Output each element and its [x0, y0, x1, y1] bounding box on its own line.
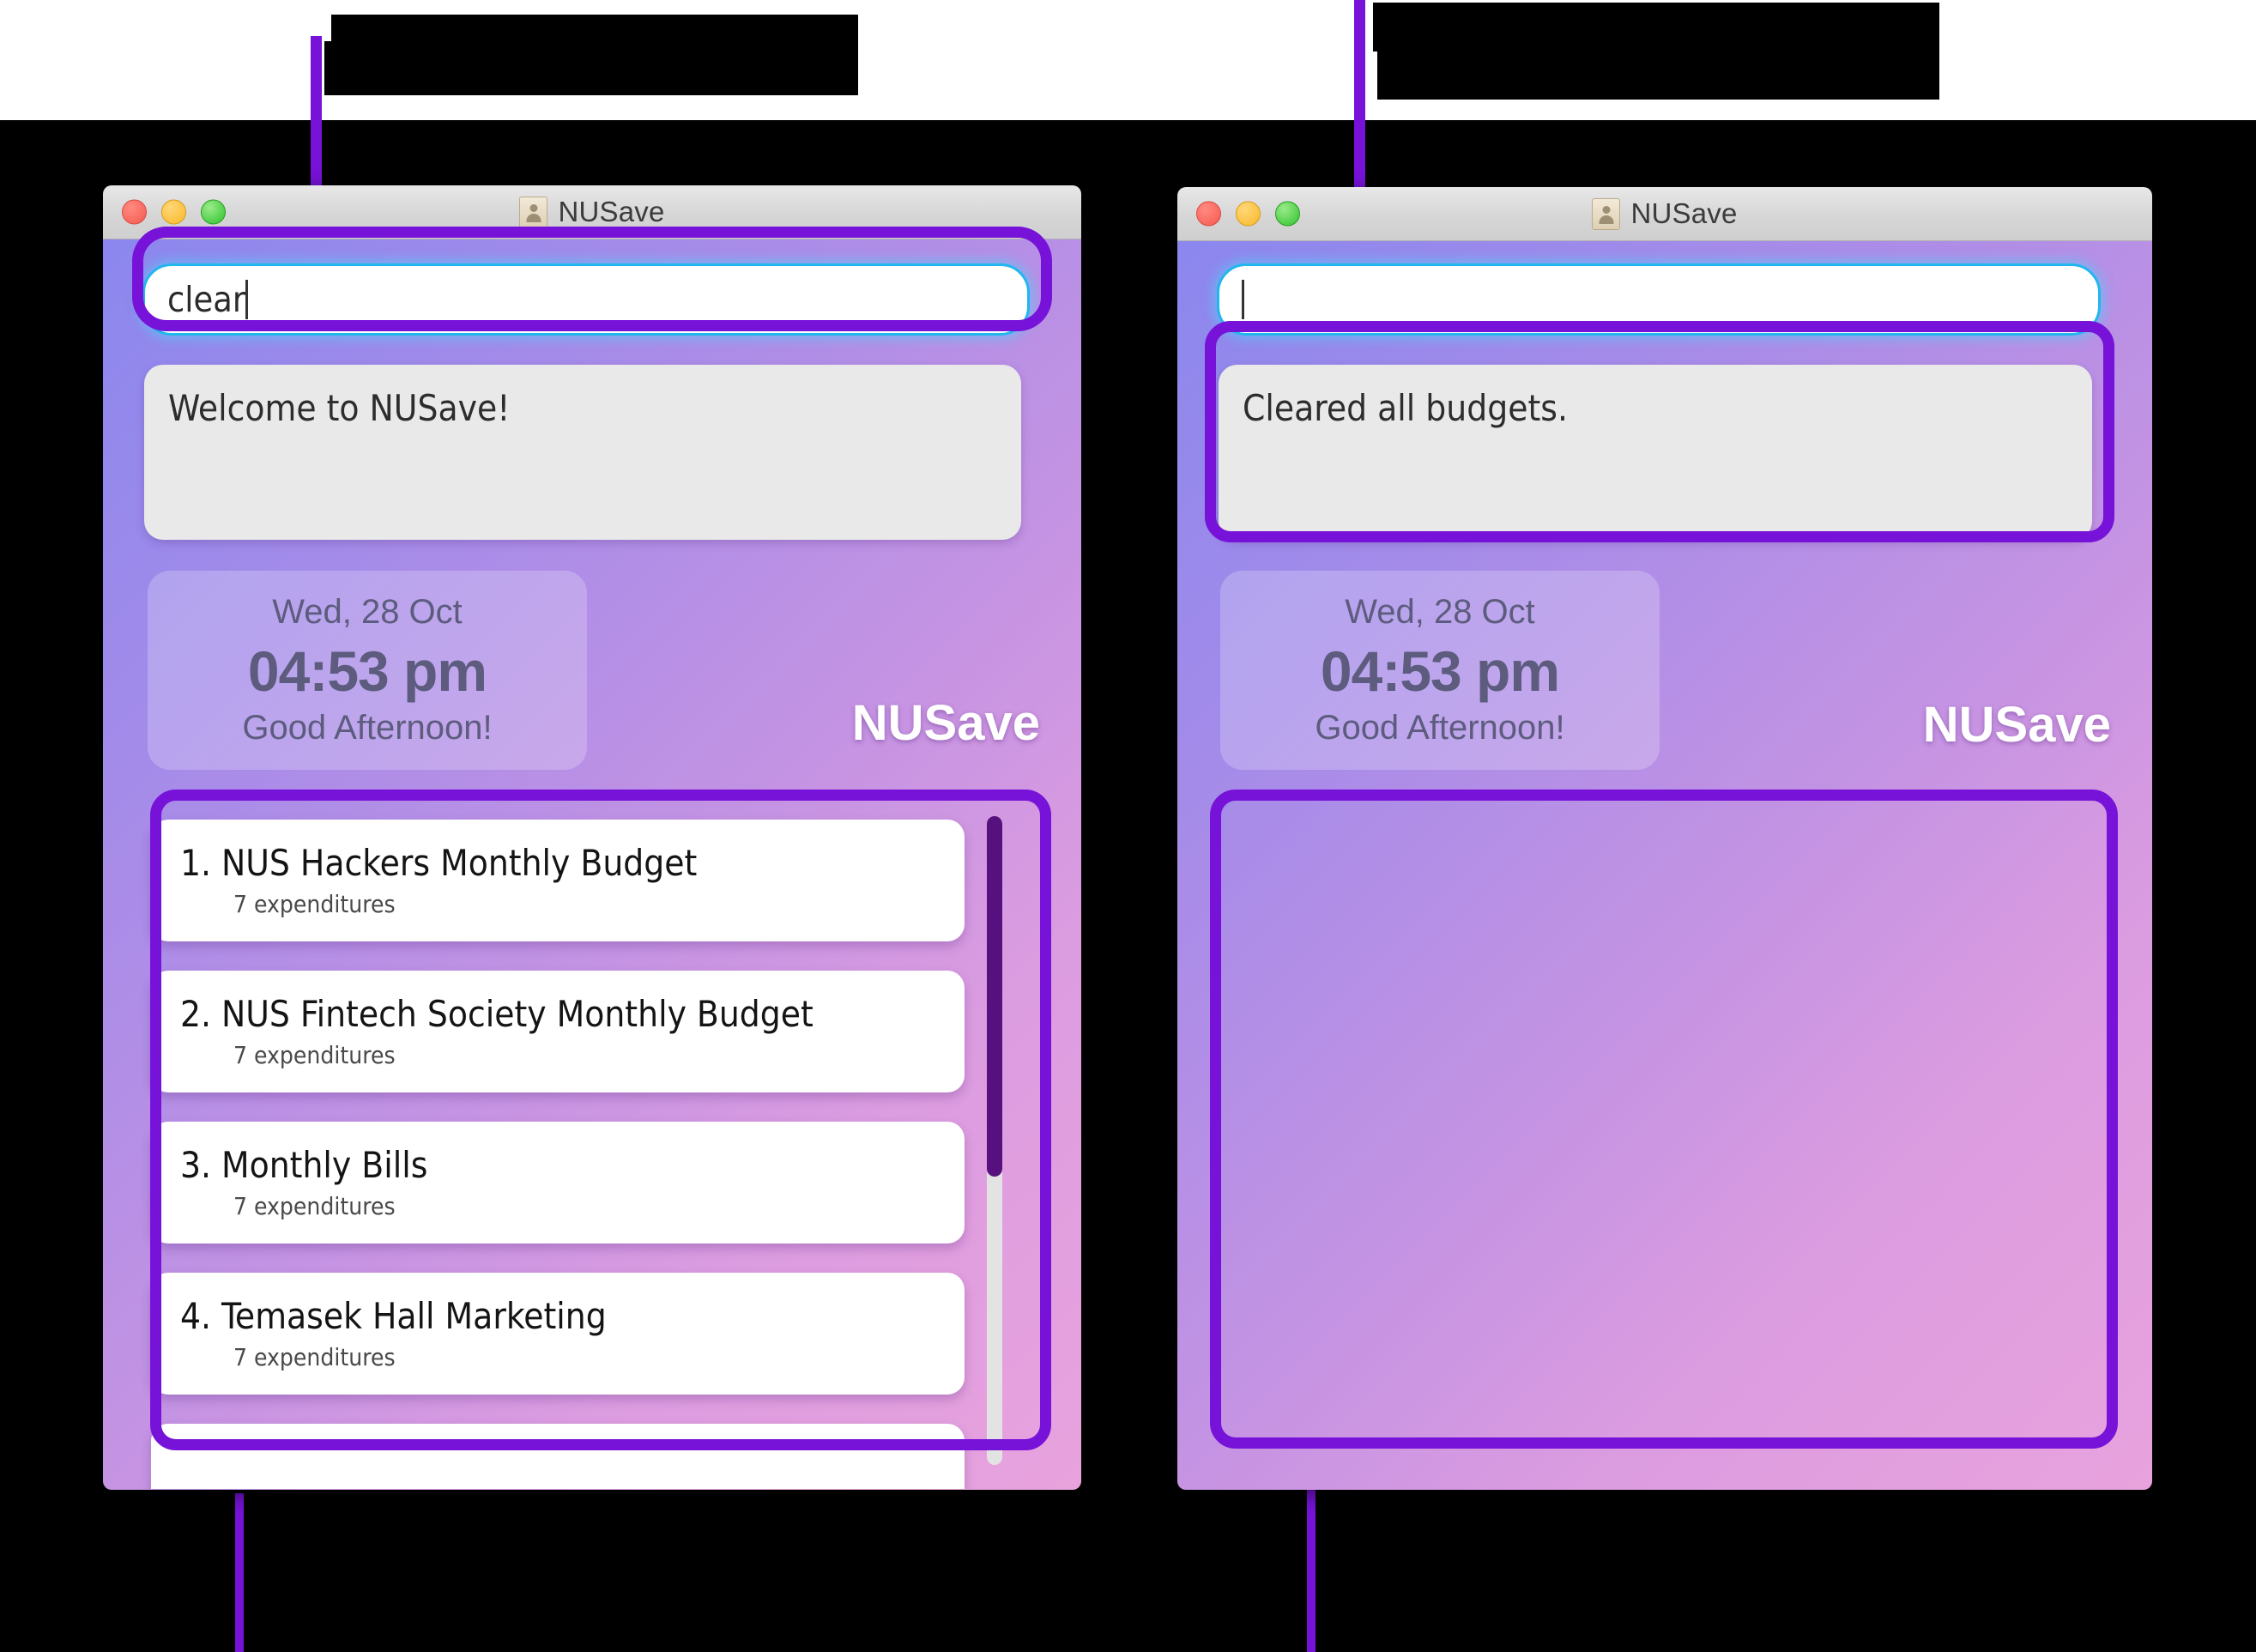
budget-list-right[interactable]	[1203, 804, 2126, 1490]
text-caret-left	[245, 280, 248, 319]
window-body-right: Cleared all budgets. Wed, 28 Oct 04:53 p…	[1177, 241, 2152, 1490]
contact-card-icon	[1592, 197, 1621, 230]
budget-card-name: NUS Fintech Society Monthly Budget	[221, 993, 813, 1035]
budget-card-meta: 7 expenditures	[233, 1343, 396, 1371]
brand-label-left: NUSave	[851, 695, 1040, 751]
text-caret-right	[1242, 280, 1244, 319]
annotation-text-top-right	[1373, 3, 1939, 51]
titlebar-left[interactable]: NUSave	[103, 185, 1081, 239]
result-display-left: Welcome to NUSave!	[144, 365, 1021, 540]
budget-card-title: 4. Temasek Hall Marketing	[180, 1295, 607, 1337]
clock-date-left: Wed, 28 Oct	[272, 593, 463, 631]
window-title-right: NUSave	[1592, 197, 1737, 230]
budget-list-left[interactable]: 1. NUS Hackers Monthly Budget 7 expenditu…	[129, 802, 1055, 1489]
window-title-text-left: NUSave	[558, 196, 665, 227]
budget-card-name: Monthly Bills	[221, 1144, 428, 1186]
traffic-light-group-right	[1196, 201, 1300, 227]
clock-greeting-left: Good Afternoon!	[242, 709, 493, 747]
annotation-text-top-right-line2	[1377, 48, 1939, 100]
clock-date-right: Wed, 28 Oct	[1345, 593, 1535, 631]
budget-card[interactable]: 4. Temasek Hall Marketing 7 expenditures	[151, 1273, 965, 1395]
budget-list-scrollbar-thumb[interactable]	[987, 816, 1002, 1177]
window-title-text-right: NUSave	[1630, 197, 1738, 229]
result-display-right: Cleared all budgets.	[1219, 365, 2092, 540]
minimize-button-left[interactable]	[161, 199, 186, 225]
clock-greeting-right: Good Afternoon!	[1315, 709, 1565, 747]
traffic-light-group-left	[122, 199, 226, 225]
budget-card-title: 3. Monthly Bills	[180, 1144, 427, 1186]
zoom-button-left[interactable]	[201, 199, 226, 225]
clock-time-right: 04:53 pm	[1320, 639, 1560, 703]
clock-widget-left: Wed, 28 Oct 04:53 pm Good Afternoon!	[148, 571, 587, 770]
window-title-left: NUSave	[519, 196, 664, 228]
window-left[interactable]: NUSave clear Welcome to NUSave! Wed, 28 …	[103, 185, 1081, 1490]
close-button-right[interactable]	[1196, 201, 1221, 227]
budget-card[interactable]: 1. NUS Hackers Monthly Budget 7 expenditu…	[151, 820, 965, 941]
callout-line-bottom-left-list	[235, 1493, 244, 1652]
budget-card[interactable]: 3. Monthly Bills 7 expenditures	[151, 1122, 965, 1244]
minimize-button-right[interactable]	[1236, 201, 1261, 227]
command-input-value-left: clear	[167, 279, 245, 320]
result-display-text-right: Cleared all budgets.	[1243, 387, 1568, 429]
annotation-text-top-left-line2	[324, 41, 858, 95]
budget-card-meta: 7 expenditures	[233, 1041, 396, 1069]
budget-card-name: Temasek Hall Marketing	[221, 1295, 607, 1337]
budget-card-name: NUS Hackers Monthly Budget	[221, 842, 698, 884]
budget-card-meta: 7 expenditures	[233, 1192, 396, 1220]
budget-card-title: 2. NUS Fintech Society Monthly Budget	[180, 993, 813, 1035]
window-body-left: clear Welcome to NUSave! Wed, 28 Oct 04:…	[103, 239, 1081, 1490]
clock-widget-right: Wed, 28 Oct 04:53 pm Good Afternoon!	[1220, 571, 1660, 770]
budget-card-index: 2.	[180, 993, 212, 1035]
budget-card-index: 4.	[180, 1295, 212, 1337]
window-right[interactable]: NUSave Cleared all budgets. Wed, 28 Oct …	[1177, 187, 2152, 1490]
brand-label-right: NUSave	[1922, 697, 2111, 753]
contact-card-icon	[519, 196, 548, 228]
clock-time-left: 04:53 pm	[247, 639, 487, 703]
budget-card[interactable]: 2. NUS Fintech Society Monthly Budget 7 e…	[151, 971, 965, 1092]
budget-card-partial[interactable]	[151, 1424, 965, 1489]
budget-card-index: 3.	[180, 1144, 212, 1186]
result-display-text-left: Welcome to NUSave!	[168, 387, 511, 429]
close-button-left[interactable]	[122, 199, 147, 225]
command-input-left[interactable]: clear	[142, 263, 1030, 336]
zoom-button-right[interactable]	[1275, 201, 1300, 227]
titlebar-right[interactable]: NUSave	[1177, 187, 2152, 241]
budget-card-meta: 7 expenditures	[233, 890, 396, 918]
budget-card-index: 1.	[180, 842, 212, 884]
command-input-right[interactable]	[1217, 263, 2101, 336]
budget-card-title: 1. NUS Hackers Monthly Budget	[180, 842, 697, 884]
